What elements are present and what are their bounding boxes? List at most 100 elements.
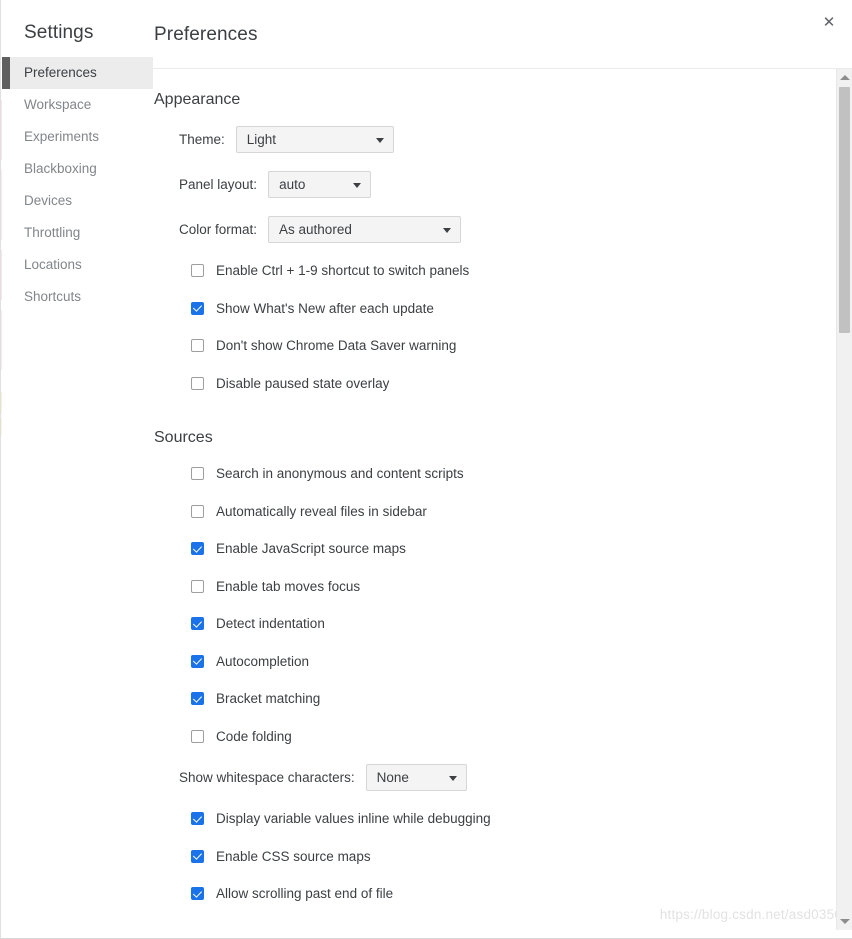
- checkbox-row-search-in-anonymous-and-content-scripts[interactable]: Search in anonymous and content scripts: [153, 455, 834, 493]
- section-appearance: Appearance Theme: Light Panel layout: auto Co…: [153, 91, 834, 402]
- checkbox-checked-icon[interactable]: [191, 812, 204, 826]
- sidebar-item-label: Shortcuts: [24, 289, 82, 304]
- close-icon[interactable]: ✕: [816, 10, 842, 36]
- chevron-down-icon: [353, 182, 362, 188]
- sidebar-item-devices[interactable]: Devices: [2, 185, 153, 217]
- page-title: Preferences: [154, 24, 258, 45]
- setting-label: Show whitespace characters:: [179, 770, 355, 785]
- checkbox-row-enable-ctrl-1-9-shortcut-to-switch-panels[interactable]: Enable Ctrl + 1-9 shortcut to switch pan…: [153, 252, 834, 290]
- checkbox-row-show-what-s-new-after-each-update[interactable]: Show What's New after each update: [153, 290, 834, 328]
- section-sources: Sources Search in anonymous and content s…: [153, 429, 834, 913]
- checkbox-row-enable-tab-moves-focus[interactable]: Enable tab moves focus: [153, 568, 834, 606]
- sidebar-item-label: Throttling: [24, 225, 81, 240]
- setting-row-color-format: Color format: As authored: [153, 207, 834, 252]
- sidebar-item-locations[interactable]: Locations: [2, 249, 153, 281]
- scroll-up-arrow-icon[interactable]: [837, 69, 852, 86]
- setting-label: Color format:: [179, 222, 258, 237]
- checkbox-label: Code folding: [216, 728, 292, 744]
- checkbox-unchecked-icon[interactable]: [191, 504, 204, 518]
- sidebar-item-experiments[interactable]: Experiments: [2, 121, 153, 153]
- select-value: Light: [246, 132, 277, 147]
- checkbox-checked-icon[interactable]: [191, 301, 204, 315]
- select-color-format[interactable]: As authored: [268, 216, 462, 243]
- checkbox-checked-icon[interactable]: [191, 542, 204, 556]
- settings-sidebar: Settings Preferences Workspace Experiments…: [2, 0, 153, 930]
- checkbox-label: Display variable values inline while deb…: [216, 811, 491, 827]
- dialog-body: Settings Preferences Workspace Experiments…: [2, 0, 852, 930]
- checkbox-row-code-folding[interactable]: Code folding: [153, 718, 834, 756]
- checkbox-unchecked-icon[interactable]: [191, 339, 204, 353]
- select-value: auto: [279, 177, 306, 192]
- sidebar-item-throttling[interactable]: Throttling: [2, 217, 153, 249]
- sidebar-item-label: Workspace: [24, 97, 92, 112]
- checkbox-label: Enable CSS source maps: [216, 848, 371, 864]
- checkbox-unchecked-icon[interactable]: [191, 467, 204, 481]
- checkbox-label: Automatically reveal files in sidebar: [216, 503, 427, 519]
- checkbox-label: Show What's New after each update: [216, 300, 434, 316]
- chevron-down-icon: [448, 775, 457, 781]
- checkbox-checked-icon[interactable]: [191, 849, 204, 863]
- setting-label: Panel layout:: [179, 177, 258, 192]
- checkbox-label: Autocompletion: [216, 653, 310, 669]
- sidebar-item-preferences[interactable]: Preferences: [2, 57, 153, 89]
- checkbox-unchecked-icon[interactable]: [191, 729, 204, 743]
- setting-row-panel-layout: Panel layout: auto: [153, 162, 834, 207]
- checkbox-label: Bracket matching: [216, 691, 321, 707]
- checkbox-label: Search in anonymous and content scripts: [216, 466, 464, 482]
- sidebar-item-blackboxing[interactable]: Blackboxing: [2, 153, 153, 185]
- checkbox-row-detect-indentation[interactable]: Detect indentation: [153, 605, 834, 643]
- setting-row-theme: Theme: Light: [153, 117, 834, 162]
- checkbox-label: Don't show Chrome Data Saver warning: [216, 338, 457, 354]
- chevron-down-icon: [375, 137, 384, 143]
- sidebar-item-label: Devices: [24, 193, 73, 208]
- checkbox-row-autocompletion[interactable]: Autocompletion: [153, 643, 834, 681]
- sidebar-item-workspace[interactable]: Workspace: [2, 89, 153, 121]
- checkbox-label: Detect indentation: [216, 616, 325, 632]
- section-title: Appearance: [154, 91, 241, 108]
- checkbox-label: Enable tab moves focus: [216, 578, 361, 594]
- settings-dialog: ✕ Settings Preferences Workspace Experimen…: [0, 0, 852, 939]
- checkbox-row-enable-javascript-source-maps[interactable]: Enable JavaScript source maps: [153, 530, 834, 568]
- sidebar-item-label: Preferences: [24, 65, 97, 80]
- sidebar-list: Preferences Workspace Experiments Blackboxi…: [2, 57, 153, 313]
- checkbox-row-automatically-reveal-files-in-sidebar[interactable]: Automatically reveal files in sidebar: [153, 493, 834, 531]
- content-scroll-area: Appearance Theme: Light Panel layout: auto Co…: [153, 69, 852, 930]
- select-panel-layout[interactable]: auto: [268, 171, 372, 198]
- select-value: As authored: [279, 222, 352, 237]
- checkbox-row-allow-scrolling-past-end-of-file[interactable]: Allow scrolling past end of file: [153, 875, 834, 913]
- checkbox-label: Enable JavaScript source maps: [216, 541, 406, 557]
- checkbox-row-enable-css-source-maps[interactable]: Enable CSS source maps: [153, 838, 834, 876]
- section-title: Sources: [154, 429, 213, 446]
- sidebar-item-shortcuts[interactable]: Shortcuts: [2, 281, 153, 313]
- sidebar-item-label: Locations: [24, 257, 82, 272]
- checkbox-checked-icon[interactable]: [191, 692, 204, 706]
- checkbox-unchecked-icon[interactable]: [191, 376, 204, 390]
- scroll-down-arrow-icon[interactable]: [837, 913, 852, 930]
- checkbox-label: Enable Ctrl + 1-9 shortcut to switch pan…: [216, 263, 470, 279]
- checkbox-checked-icon[interactable]: [191, 654, 204, 668]
- chevron-down-icon: [443, 227, 452, 233]
- checkbox-row-disable-paused-state-overlay[interactable]: Disable paused state overlay: [153, 365, 834, 403]
- content-scrollbar[interactable]: [836, 69, 852, 930]
- checkbox-checked-icon[interactable]: [191, 887, 204, 901]
- checkbox-row-display-variable-values-inline-while-debugging[interactable]: Display variable values inline while deb…: [153, 800, 834, 838]
- sidebar-title: Settings: [24, 22, 94, 43]
- select-show-whitespace-characters[interactable]: None: [365, 764, 467, 791]
- checkbox-label: Disable paused state overlay: [216, 375, 390, 391]
- checkbox-row-don-t-show-chrome-data-saver-warning[interactable]: Don't show Chrome Data Saver warning: [153, 327, 834, 365]
- checkbox-label: Allow scrolling past end of file: [216, 886, 394, 902]
- select-theme[interactable]: Light: [235, 126, 394, 153]
- content-header: Preferences: [153, 0, 852, 69]
- checkbox-unchecked-icon[interactable]: [191, 264, 204, 278]
- sidebar-item-label: Blackboxing: [24, 161, 97, 176]
- checkbox-unchecked-icon[interactable]: [191, 579, 204, 593]
- checkbox-checked-icon[interactable]: [191, 617, 204, 631]
- setting-label: Theme:: [179, 132, 225, 147]
- scrollbar-thumb[interactable]: [839, 87, 850, 333]
- settings-sections: Appearance Theme: Light Panel layout: auto Co…: [153, 69, 834, 913]
- setting-row-show-whitespace-characters: Show whitespace characters: None: [153, 755, 834, 800]
- settings-content-pane: Preferences Appearance Theme: Light Panel l…: [153, 0, 852, 930]
- select-value: None: [376, 770, 409, 785]
- sidebar-item-label: Experiments: [24, 129, 100, 144]
- checkbox-row-bracket-matching[interactable]: Bracket matching: [153, 680, 834, 718]
